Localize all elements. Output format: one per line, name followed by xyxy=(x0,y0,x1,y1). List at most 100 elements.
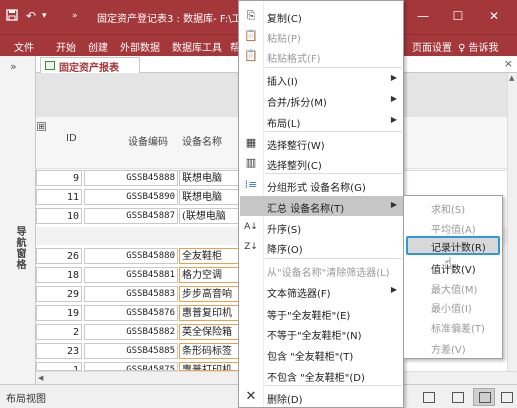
menu-item-paste[interactable]: 📋 粘贴(P) xyxy=(240,26,403,46)
minimize-button[interactable]: — xyxy=(408,6,438,26)
menu-item-sort-descending[interactable]: Z↓ 降序(O) xyxy=(240,237,403,257)
cell-code[interactable]: GSSB45882 xyxy=(84,324,178,340)
menu-item-not-contains[interactable]: 不包含 "全友鞋柜"(D) xyxy=(240,365,403,385)
submenu-item-variance[interactable]: 方差(V) xyxy=(406,338,500,357)
column-header-code[interactable]: 设备编码 xyxy=(128,133,168,148)
close-window-button[interactable]: ✕ xyxy=(479,6,509,26)
cell-code[interactable]: GSSB45885 xyxy=(84,343,178,359)
vertical-scrollbar[interactable]: ▲ xyxy=(507,73,517,371)
menu-item-paste-format[interactable]: 📋 粘贴格式(F) xyxy=(240,46,403,66)
nav-pane-label[interactable]: 导航窗格 xyxy=(12,226,27,270)
menu-item-text-filters[interactable]: 文本筛选器(F) ▶ xyxy=(240,281,403,301)
nav-pane-toggle-icon[interactable]: » xyxy=(10,60,17,73)
menu-item-group-by[interactable]: ⁞≡ 分组形式 设备名称(G) xyxy=(240,175,403,195)
cell-code[interactable]: GSSB45875 xyxy=(84,362,178,371)
menu-item-insert[interactable]: 插入(I) ▶ xyxy=(240,69,403,89)
cell-id[interactable]: 10 xyxy=(36,208,82,224)
tab-fixed-asset-report[interactable]: 固定资产报表 xyxy=(40,57,140,74)
paste-icon: 📋 xyxy=(244,29,258,42)
cell-id[interactable]: 11 xyxy=(36,189,82,205)
tab-database-tools[interactable]: 数据库工具 xyxy=(172,39,222,54)
cell-code[interactable]: GSSB45880 xyxy=(84,248,178,264)
submenu-item-count-values[interactable]: 值计数(V) xyxy=(406,258,500,277)
cell-name[interactable]: 联想电脑 xyxy=(179,189,239,205)
scroll-left-icon[interactable]: ◀ xyxy=(38,374,43,382)
cell-code[interactable]: GSSB45876 xyxy=(84,305,178,321)
cell-name[interactable]: 联想电脑 xyxy=(179,170,239,186)
menu-item-contains[interactable]: 包含 "全友鞋柜"(T) xyxy=(240,344,403,364)
menu-item-equals[interactable]: 等于"全友鞋柜"(E) xyxy=(240,303,403,323)
menu-item-totals[interactable]: 汇总 设备名称(T) ▶ xyxy=(240,196,403,216)
report-view-button[interactable] xyxy=(417,388,439,406)
tab-file[interactable]: 文件 xyxy=(14,39,34,54)
cell-id[interactable]: 2 xyxy=(36,324,82,340)
menu-separator xyxy=(265,385,402,386)
menu-separator xyxy=(265,67,402,68)
tell-me-box[interactable]: ♀ 告诉我 xyxy=(458,39,499,54)
submenu-item-average[interactable]: 平均值(A) xyxy=(406,218,500,237)
cell-name-selected[interactable]: 惠普复印机 xyxy=(179,305,239,321)
submenu-item-max[interactable]: 最大值(M) xyxy=(406,278,500,297)
menu-item-not-equals[interactable]: 不等于"全友鞋柜"(N) xyxy=(240,323,403,343)
cell-name-selected[interactable]: 惠普打印机 xyxy=(179,362,239,371)
menu-item-select-column[interactable]: ▥ 选择整列(C) xyxy=(240,153,403,173)
submenu-item-std-dev[interactable]: 标准偏差(T) xyxy=(406,317,500,336)
layout-view-button[interactable] xyxy=(473,388,495,406)
cell-name-selected[interactable]: 格力空调 xyxy=(179,267,239,283)
cell-name-selected[interactable]: 全友鞋柜 xyxy=(179,248,239,264)
cell-id[interactable]: 19 xyxy=(36,305,82,321)
menu-item-merge-split[interactable]: 合并/拆分(M) ▶ xyxy=(240,90,403,110)
menu-item-layout[interactable]: 布局(L) ▶ xyxy=(240,111,403,131)
cell-id[interactable]: 23 xyxy=(36,343,82,359)
tab-create[interactable]: 创建 xyxy=(88,39,108,54)
menu-item-label: 从"设备名称"清除筛选器(L) xyxy=(267,268,390,279)
menu-item-label: 布局(L) xyxy=(267,119,301,130)
select-row-icon: ▦ xyxy=(245,136,257,149)
maximize-button[interactable]: ☐ xyxy=(443,6,473,26)
cell-id[interactable]: 26 xyxy=(36,248,82,264)
close-document-icon[interactable]: × xyxy=(504,57,513,70)
context-menu: ⎘ 复制(C) 📋 粘贴(P) 📋 粘贴格式(F) 插入(I) ▶ 合并/拆分(… xyxy=(238,0,404,408)
menu-item-copy[interactable]: ⎘ 复制(C) xyxy=(240,6,403,26)
customize-quick-access-icon[interactable]: » xyxy=(72,11,78,21)
cell-id[interactable]: 29 xyxy=(36,286,82,302)
menu-item-label: 不等于"全友鞋柜"(N) xyxy=(267,331,362,342)
menu-item-delete[interactable]: ✕ 删除(D) xyxy=(240,387,403,407)
cell-name-selected[interactable]: 条形码标签 xyxy=(179,343,239,359)
menu-item-label: 降序(O) xyxy=(267,245,303,256)
tab-external-data[interactable]: 外部数据 xyxy=(120,39,160,54)
delete-icon: ✕ xyxy=(245,389,257,404)
cell-id[interactable]: 18 xyxy=(36,267,82,283)
cell-code[interactable]: GSSB45883 xyxy=(84,286,178,302)
layout-selector-icon[interactable]: ⊞ xyxy=(37,122,46,131)
cell-id[interactable]: 1 xyxy=(36,362,82,371)
cell-id[interactable]: 9 xyxy=(36,170,82,186)
save-icon[interactable] xyxy=(6,9,18,24)
cell-code[interactable]: GSSB45887 xyxy=(84,208,178,224)
scroll-up-icon[interactable]: ▲ xyxy=(509,74,514,82)
menu-item-select-row[interactable]: ▦ 选择整行(W) xyxy=(240,133,403,153)
column-header-id[interactable]: ID xyxy=(66,133,77,144)
menu-item-sort-ascending[interactable]: A↓ 升序(S) xyxy=(240,217,403,237)
menu-item-label: 复制(C) xyxy=(267,14,302,25)
submenu-item-count-records[interactable]: 记录计数(R) xyxy=(406,236,500,255)
menu-item-clear-filter[interactable]: 从"设备名称"清除筛选器(L) xyxy=(240,260,403,280)
design-view-button[interactable] xyxy=(497,388,515,406)
print-preview-button[interactable] xyxy=(446,388,468,406)
submenu-arrow-icon: ▶ xyxy=(390,285,397,294)
submenu-item-label: 值计数(V) xyxy=(431,265,476,276)
submenu-item-sum[interactable]: 求和(S) xyxy=(406,198,500,217)
cell-name[interactable]: (联想电脑 xyxy=(179,208,239,224)
undo-icon[interactable]: ↶ xyxy=(26,9,36,23)
cell-code[interactable]: GSSB45888 xyxy=(84,170,178,186)
cell-code[interactable]: GSSB45890 xyxy=(84,189,178,205)
tab-page-setup[interactable]: 页面设置 xyxy=(412,39,452,54)
cell-name-selected[interactable]: 步步高音响 xyxy=(179,286,239,302)
undo-dropdown-icon[interactable]: ▾ xyxy=(42,11,47,21)
cell-code[interactable]: GSSB45881 xyxy=(84,267,178,283)
tab-home[interactable]: 开始 xyxy=(56,39,76,54)
column-header-name[interactable]: 设备名称 xyxy=(182,133,222,148)
submenu-item-min[interactable]: 最小值(I) xyxy=(406,297,500,316)
design-view-icon xyxy=(501,392,513,403)
cell-name-selected[interactable]: 英全保险箱 xyxy=(179,324,239,340)
